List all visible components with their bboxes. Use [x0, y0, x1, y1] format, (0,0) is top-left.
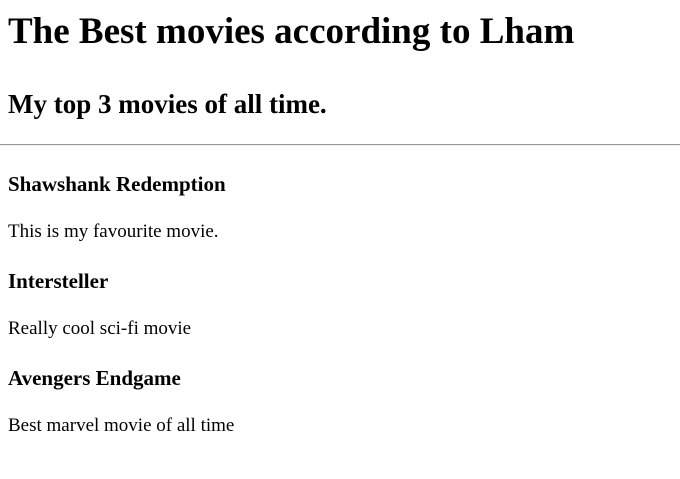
movie-description: This is my favourite movie. [8, 221, 219, 242]
movie-title: Shawshank Redemption [8, 172, 226, 196]
movie-title: Intersteller [8, 269, 109, 293]
movie-title: Avengers Endgame [8, 366, 181, 390]
page-subtitle: My top 3 movies of all time. [8, 89, 327, 119]
movie-description: Really cool sci-fi movie [8, 318, 192, 339]
movie-description: Best marvel movie of all time [8, 415, 235, 436]
page: The Best movies according to Lham My top… [0, 0, 680, 438]
page-title: The Best movies according to Lham [8, 11, 575, 52]
movie-list: Shawshank Redemption This is my favourit… [8, 146, 680, 438]
movie-item: Intersteller Really cool sci-fi movie [8, 269, 680, 341]
movie-item: Avengers Endgame Best marvel movie of al… [8, 366, 680, 438]
movie-item: Shawshank Redemption This is my favourit… [8, 172, 680, 244]
